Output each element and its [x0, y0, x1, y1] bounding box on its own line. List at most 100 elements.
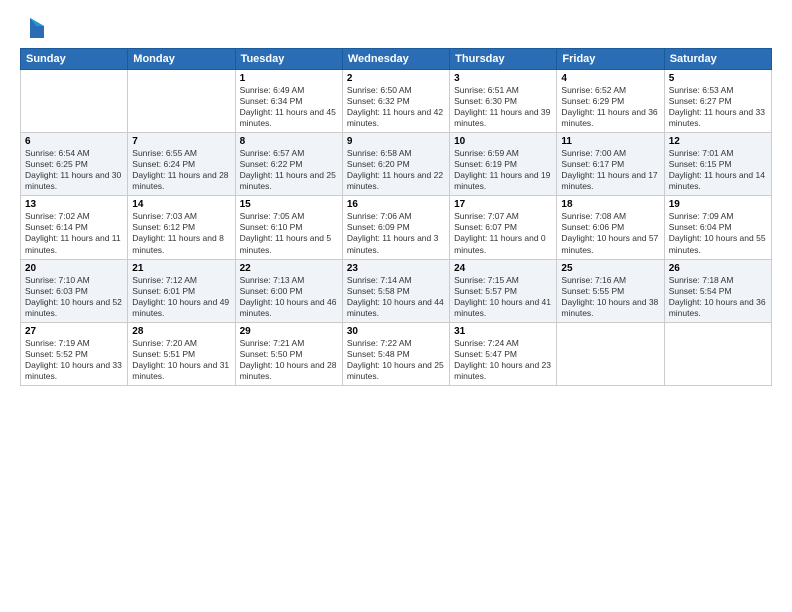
calendar-cell: 20Sunrise: 7:10 AM Sunset: 6:03 PM Dayli…: [21, 259, 128, 322]
day-number: 29: [240, 326, 338, 337]
day-info: Sunrise: 7:16 AM Sunset: 5:55 PM Dayligh…: [561, 275, 659, 319]
day-number: 21: [132, 263, 230, 274]
calendar-cell: 8Sunrise: 6:57 AM Sunset: 6:22 PM Daylig…: [235, 133, 342, 196]
calendar-cell: 25Sunrise: 7:16 AM Sunset: 5:55 PM Dayli…: [557, 259, 664, 322]
day-number: 10: [454, 136, 552, 147]
calendar-cell: 24Sunrise: 7:15 AM Sunset: 5:57 PM Dayli…: [450, 259, 557, 322]
day-info: Sunrise: 7:03 AM Sunset: 6:12 PM Dayligh…: [132, 211, 230, 255]
weekday-header-wednesday: Wednesday: [342, 49, 449, 70]
weekday-header-tuesday: Tuesday: [235, 49, 342, 70]
calendar-cell: 16Sunrise: 7:06 AM Sunset: 6:09 PM Dayli…: [342, 196, 449, 259]
calendar-cell: 7Sunrise: 6:55 AM Sunset: 6:24 PM Daylig…: [128, 133, 235, 196]
calendar-cell: 6Sunrise: 6:54 AM Sunset: 6:25 PM Daylig…: [21, 133, 128, 196]
day-number: 1: [240, 73, 338, 84]
day-number: 22: [240, 263, 338, 274]
calendar-cell: 11Sunrise: 7:00 AM Sunset: 6:17 PM Dayli…: [557, 133, 664, 196]
day-info: Sunrise: 6:54 AM Sunset: 6:25 PM Dayligh…: [25, 148, 123, 192]
day-info: Sunrise: 7:09 AM Sunset: 6:04 PM Dayligh…: [669, 211, 767, 255]
day-number: 19: [669, 199, 767, 210]
day-info: Sunrise: 6:50 AM Sunset: 6:32 PM Dayligh…: [347, 85, 445, 129]
day-number: 13: [25, 199, 123, 210]
calendar-cell: 18Sunrise: 7:08 AM Sunset: 6:06 PM Dayli…: [557, 196, 664, 259]
day-info: Sunrise: 7:12 AM Sunset: 6:01 PM Dayligh…: [132, 275, 230, 319]
day-info: Sunrise: 7:02 AM Sunset: 6:14 PM Dayligh…: [25, 211, 123, 255]
calendar-cell: [664, 322, 771, 385]
day-info: Sunrise: 7:08 AM Sunset: 6:06 PM Dayligh…: [561, 211, 659, 255]
day-number: 9: [347, 136, 445, 147]
calendar-week-3: 13Sunrise: 7:02 AM Sunset: 6:14 PM Dayli…: [21, 196, 772, 259]
calendar-cell: 1Sunrise: 6:49 AM Sunset: 6:34 PM Daylig…: [235, 70, 342, 133]
day-info: Sunrise: 6:59 AM Sunset: 6:19 PM Dayligh…: [454, 148, 552, 192]
day-info: Sunrise: 7:18 AM Sunset: 5:54 PM Dayligh…: [669, 275, 767, 319]
calendar-cell: 30Sunrise: 7:22 AM Sunset: 5:48 PM Dayli…: [342, 322, 449, 385]
logo-icon: [22, 16, 44, 38]
day-number: 15: [240, 199, 338, 210]
day-info: Sunrise: 7:07 AM Sunset: 6:07 PM Dayligh…: [454, 211, 552, 255]
day-number: 2: [347, 73, 445, 84]
calendar-week-2: 6Sunrise: 6:54 AM Sunset: 6:25 PM Daylig…: [21, 133, 772, 196]
calendar-cell: 14Sunrise: 7:03 AM Sunset: 6:12 PM Dayli…: [128, 196, 235, 259]
day-info: Sunrise: 7:01 AM Sunset: 6:15 PM Dayligh…: [669, 148, 767, 192]
day-info: Sunrise: 6:52 AM Sunset: 6:29 PM Dayligh…: [561, 85, 659, 129]
day-info: Sunrise: 7:19 AM Sunset: 5:52 PM Dayligh…: [25, 338, 123, 382]
day-info: Sunrise: 6:58 AM Sunset: 6:20 PM Dayligh…: [347, 148, 445, 192]
calendar-cell: 31Sunrise: 7:24 AM Sunset: 5:47 PM Dayli…: [450, 322, 557, 385]
weekday-header-sunday: Sunday: [21, 49, 128, 70]
weekday-header-friday: Friday: [557, 49, 664, 70]
calendar-cell: 5Sunrise: 6:53 AM Sunset: 6:27 PM Daylig…: [664, 70, 771, 133]
weekday-header-thursday: Thursday: [450, 49, 557, 70]
calendar-cell: 27Sunrise: 7:19 AM Sunset: 5:52 PM Dayli…: [21, 322, 128, 385]
calendar-cell: 12Sunrise: 7:01 AM Sunset: 6:15 PM Dayli…: [664, 133, 771, 196]
day-number: 23: [347, 263, 445, 274]
day-info: Sunrise: 7:15 AM Sunset: 5:57 PM Dayligh…: [454, 275, 552, 319]
day-info: Sunrise: 7:05 AM Sunset: 6:10 PM Dayligh…: [240, 211, 338, 255]
day-number: 14: [132, 199, 230, 210]
day-number: 28: [132, 326, 230, 337]
day-number: 26: [669, 263, 767, 274]
calendar-cell: 26Sunrise: 7:18 AM Sunset: 5:54 PM Dayli…: [664, 259, 771, 322]
day-info: Sunrise: 6:51 AM Sunset: 6:30 PM Dayligh…: [454, 85, 552, 129]
day-number: 12: [669, 136, 767, 147]
calendar-cell: 22Sunrise: 7:13 AM Sunset: 6:00 PM Dayli…: [235, 259, 342, 322]
calendar-cell: 13Sunrise: 7:02 AM Sunset: 6:14 PM Dayli…: [21, 196, 128, 259]
calendar-cell: 4Sunrise: 6:52 AM Sunset: 6:29 PM Daylig…: [557, 70, 664, 133]
day-info: Sunrise: 6:57 AM Sunset: 6:22 PM Dayligh…: [240, 148, 338, 192]
calendar-cell: 17Sunrise: 7:07 AM Sunset: 6:07 PM Dayli…: [450, 196, 557, 259]
calendar-cell: 29Sunrise: 7:21 AM Sunset: 5:50 PM Dayli…: [235, 322, 342, 385]
calendar-cell: [128, 70, 235, 133]
day-info: Sunrise: 6:49 AM Sunset: 6:34 PM Dayligh…: [240, 85, 338, 129]
day-number: 7: [132, 136, 230, 147]
header: [20, 16, 772, 38]
day-info: Sunrise: 7:14 AM Sunset: 5:58 PM Dayligh…: [347, 275, 445, 319]
calendar-week-1: 1Sunrise: 6:49 AM Sunset: 6:34 PM Daylig…: [21, 70, 772, 133]
calendar-cell: 10Sunrise: 6:59 AM Sunset: 6:19 PM Dayli…: [450, 133, 557, 196]
day-number: 30: [347, 326, 445, 337]
day-number: 4: [561, 73, 659, 84]
weekday-header-monday: Monday: [128, 49, 235, 70]
day-number: 25: [561, 263, 659, 274]
day-info: Sunrise: 7:22 AM Sunset: 5:48 PM Dayligh…: [347, 338, 445, 382]
day-number: 8: [240, 136, 338, 147]
calendar-cell: 28Sunrise: 7:20 AM Sunset: 5:51 PM Dayli…: [128, 322, 235, 385]
day-info: Sunrise: 7:10 AM Sunset: 6:03 PM Dayligh…: [25, 275, 123, 319]
calendar-week-4: 20Sunrise: 7:10 AM Sunset: 6:03 PM Dayli…: [21, 259, 772, 322]
day-number: 5: [669, 73, 767, 84]
day-info: Sunrise: 7:00 AM Sunset: 6:17 PM Dayligh…: [561, 148, 659, 192]
day-number: 3: [454, 73, 552, 84]
day-number: 31: [454, 326, 552, 337]
day-info: Sunrise: 7:20 AM Sunset: 5:51 PM Dayligh…: [132, 338, 230, 382]
day-info: Sunrise: 7:13 AM Sunset: 6:00 PM Dayligh…: [240, 275, 338, 319]
day-number: 17: [454, 199, 552, 210]
weekday-header-saturday: Saturday: [664, 49, 771, 70]
calendar-cell: [21, 70, 128, 133]
day-number: 16: [347, 199, 445, 210]
calendar-cell: 3Sunrise: 6:51 AM Sunset: 6:30 PM Daylig…: [450, 70, 557, 133]
page: SundayMondayTuesdayWednesdayThursdayFrid…: [0, 0, 792, 612]
calendar-week-5: 27Sunrise: 7:19 AM Sunset: 5:52 PM Dayli…: [21, 322, 772, 385]
calendar-cell: 21Sunrise: 7:12 AM Sunset: 6:01 PM Dayli…: [128, 259, 235, 322]
logo: [20, 16, 44, 38]
day-number: 20: [25, 263, 123, 274]
day-info: Sunrise: 7:06 AM Sunset: 6:09 PM Dayligh…: [347, 211, 445, 255]
day-info: Sunrise: 7:24 AM Sunset: 5:47 PM Dayligh…: [454, 338, 552, 382]
day-number: 6: [25, 136, 123, 147]
